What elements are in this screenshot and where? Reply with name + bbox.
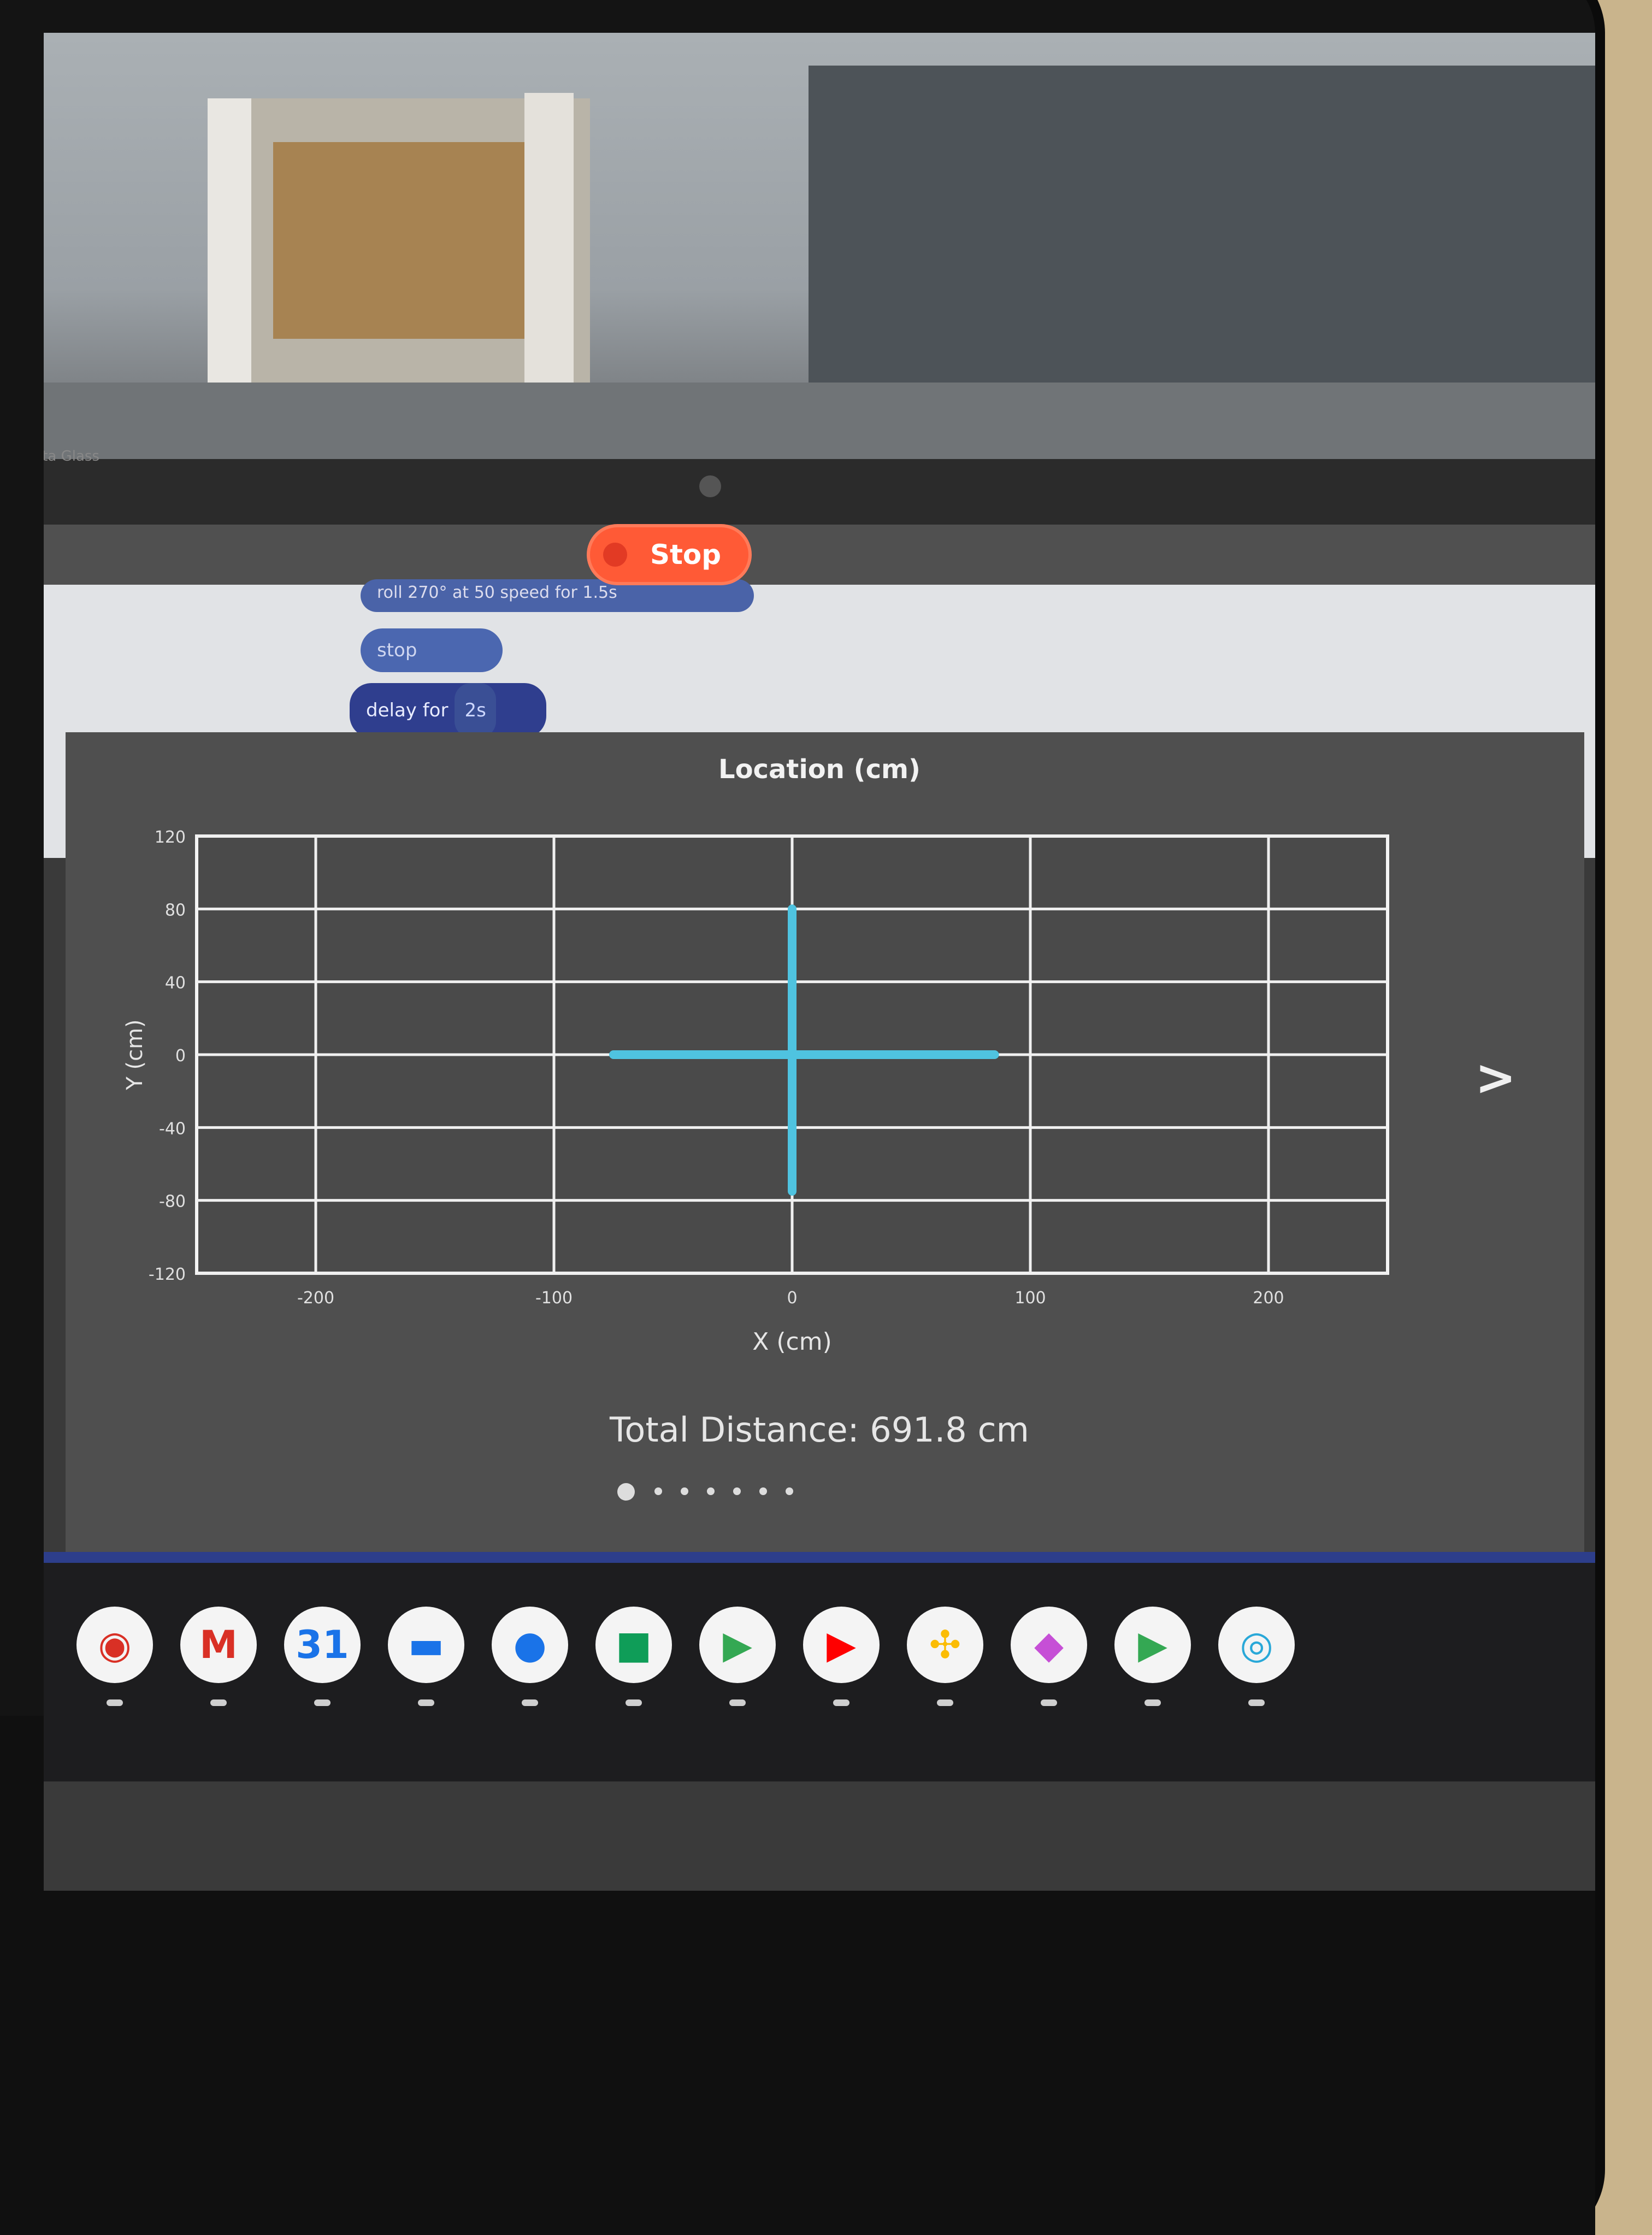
play-store-icon[interactable]: ▶	[699, 1607, 776, 1683]
y-axis-label: Y (cm)	[122, 1019, 148, 1090]
page-dot[interactable]	[733, 1487, 741, 1495]
y-tick-label: -120	[149, 1265, 186, 1284]
messages-icon[interactable]: ●	[492, 1607, 568, 1683]
chrome-icon[interactable]: ◉	[76, 1607, 153, 1683]
y-tick-label: 80	[165, 901, 186, 920]
y-tick-label: 120	[155, 828, 186, 847]
x-axis-label: X (cm)	[752, 1328, 832, 1356]
page-dot[interactable]	[681, 1487, 688, 1495]
gmail-icon[interactable]: M	[180, 1607, 257, 1683]
y-tick-label: -40	[159, 1119, 186, 1138]
app-icon[interactable]: ◆	[1011, 1607, 1087, 1683]
running-indicator	[1248, 1699, 1265, 1706]
page-dot[interactable]	[786, 1487, 793, 1495]
running-indicator	[1041, 1699, 1057, 1706]
running-indicator	[418, 1699, 434, 1706]
calendar-icon[interactable]: 31	[284, 1607, 361, 1683]
play-store-icon-2[interactable]: ▶	[1114, 1607, 1191, 1683]
running-indicator	[833, 1699, 849, 1706]
y-tick-label: -80	[159, 1192, 186, 1211]
page-indicator	[617, 1481, 836, 1503]
running-indicator	[626, 1699, 642, 1706]
running-indicator	[314, 1699, 331, 1706]
x-tick-label: 100	[1014, 1289, 1046, 1308]
running-indicator	[522, 1699, 538, 1706]
page-dot[interactable]	[707, 1487, 715, 1495]
page-dot[interactable]	[617, 1483, 635, 1501]
youtube-icon[interactable]: ▶	[803, 1607, 880, 1683]
running-indicator	[1144, 1699, 1161, 1706]
chevron-right-icon[interactable]: >	[1475, 1049, 1516, 1107]
running-indicator	[107, 1699, 123, 1706]
running-indicator	[729, 1699, 746, 1706]
y-tick-label: 40	[165, 974, 186, 993]
shelf-divider	[44, 1552, 1595, 1563]
total-distance: Total Distance: 691.8 cm	[610, 1410, 1029, 1450]
page-dot[interactable]	[759, 1487, 767, 1495]
screen: ita Glass roll 270° at 50 speed for 1.5s…	[44, 33, 1595, 1891]
x-tick-label: 200	[1253, 1289, 1284, 1308]
location-chart: -200 -100 0 100 200 120 80 40 0 -40 -80 -120 X (cm) Y…	[122, 828, 1389, 1356]
assistant-icon[interactable]: ◎	[1218, 1607, 1295, 1683]
meet-icon[interactable]: ■	[595, 1607, 672, 1683]
tablet-device: acer ita Glass roll 270° at 50 speed for…	[0, 0, 1595, 2235]
y-tick-label: 0	[175, 1046, 186, 1066]
x-tick-label: -200	[297, 1289, 334, 1308]
x-tick-label: -100	[535, 1289, 573, 1308]
x-tick-label: 0	[787, 1289, 797, 1308]
photos-icon[interactable]: ✣	[907, 1607, 983, 1683]
page-dot[interactable]	[654, 1487, 662, 1495]
files-icon[interactable]: ▬	[388, 1607, 464, 1683]
running-indicator	[210, 1699, 227, 1706]
running-indicator	[937, 1699, 953, 1706]
